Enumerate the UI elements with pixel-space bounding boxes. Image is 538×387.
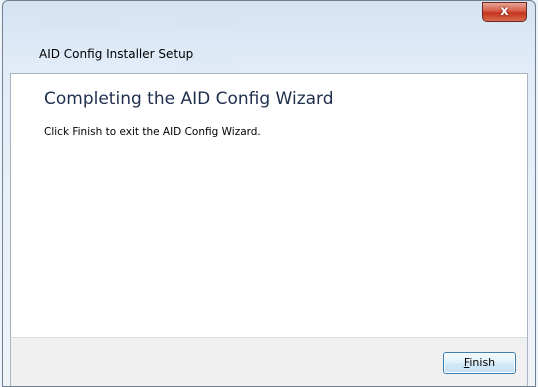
close-button[interactable]: x — [482, 2, 527, 22]
window-title: AID Config Installer Setup — [39, 47, 194, 61]
title-bar[interactable]: AID Config Installer Setup x — [3, 1, 535, 67]
finish-button[interactable]: Finish — [443, 352, 516, 374]
close-icon: x — [500, 4, 509, 19]
wizard-content: Completing the AID Config Wizard Click F… — [10, 73, 528, 386]
installer-window: AID Config Installer Setup x Completing … — [2, 0, 536, 387]
button-bar: Finish — [11, 337, 527, 386]
page-title: Completing the AID Config Wizard — [44, 89, 334, 109]
page-description: Click Finish to exit the AID Config Wiza… — [44, 126, 261, 138]
finish-label: inish — [469, 356, 496, 369]
